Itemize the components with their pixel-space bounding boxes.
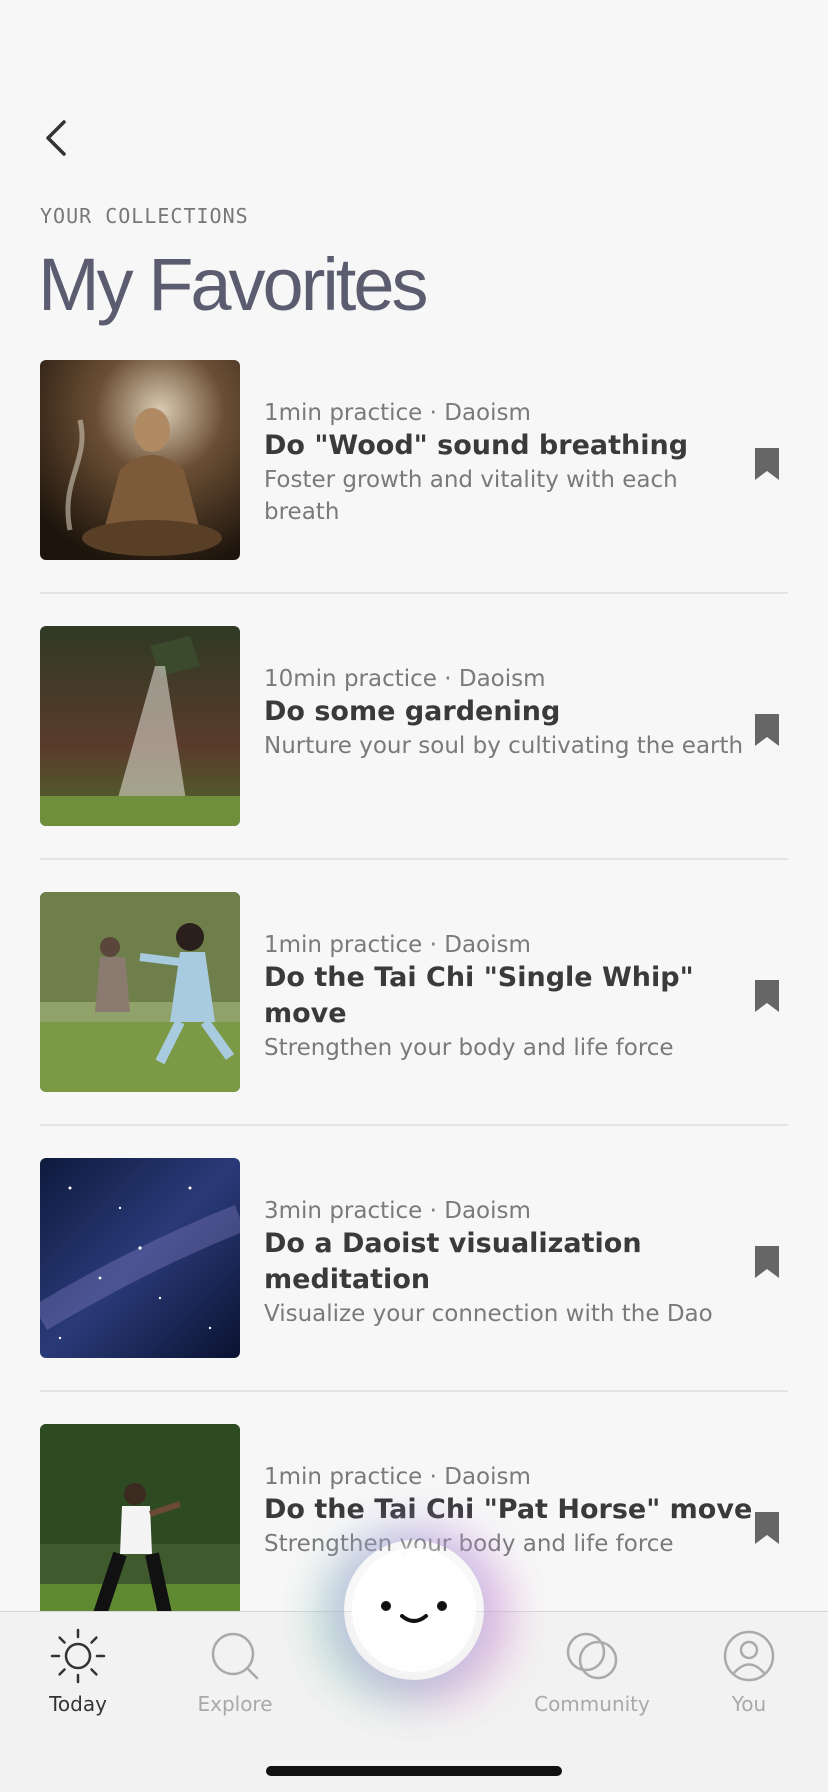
item-thumbnail: [40, 626, 240, 826]
item-meta: 10min practice · Daoism: [264, 666, 546, 692]
bookmark-button[interactable]: [746, 972, 788, 1020]
tab-label: Community: [534, 1692, 650, 1716]
list-item[interactable]: 10min practice · Daoism Do some gardenin…: [40, 626, 788, 860]
item-thumbnail: [40, 1424, 240, 1624]
item-meta: 3min practice · Daoism: [264, 1198, 531, 1224]
tab-explore[interactable]: Explore: [160, 1626, 310, 1716]
bookmark-button[interactable]: [746, 1238, 788, 1286]
item-title: Do "Wood" sound breathing: [264, 430, 689, 461]
tab-label: Explore: [197, 1692, 273, 1716]
bookmark-button[interactable]: [746, 1504, 788, 1552]
back-button[interactable]: [40, 110, 86, 166]
chevron-left-icon: [46, 120, 66, 156]
item-meta: 1min practice · Daoism: [264, 1464, 531, 1490]
item-description: Strengthen your body and life force: [264, 1035, 674, 1061]
collections-overline: YOUR COLLECTIONS: [40, 204, 249, 228]
item-description: Strengthen your body and life force: [264, 1531, 674, 1557]
search-icon: [211, 1632, 259, 1680]
list-item[interactable]: 1min practice · Daoism Do "Wood" sound b…: [40, 360, 788, 594]
page-title: My Favorites: [38, 243, 429, 326]
smiley-face-icon: [352, 1548, 476, 1672]
bookmark-icon: [755, 980, 779, 1012]
item-meta: 1min practice · Daoism: [264, 932, 531, 958]
item-thumbnail: [40, 360, 240, 560]
item-thumbnail: [40, 1158, 240, 1358]
list-item[interactable]: 1min practice · Daoism Do the Tai Chi "S…: [40, 892, 788, 1126]
item-description: Nurture your soul by cultivating the ear…: [264, 733, 744, 759]
tab-label: Today: [49, 1692, 107, 1716]
list-item[interactable]: 3min practice · Daoism Do a Daoist visua…: [40, 1158, 788, 1392]
bookmark-button[interactable]: [746, 706, 788, 754]
tab-label: You: [731, 1692, 767, 1716]
item-title: Do the Tai Chi "Pat Horse" move: [264, 1494, 753, 1525]
item-description: Visualize your connection with the Dao: [264, 1301, 713, 1327]
bookmark-icon: [755, 1512, 779, 1544]
item-title: Do a Daoist visualization meditation: [264, 1228, 642, 1295]
item-title: Do the Tai Chi "Single Whip" move: [264, 962, 694, 1029]
overlapping-circles-icon: [566, 1632, 618, 1680]
bookmark-icon: [755, 714, 779, 746]
item-meta: 1min practice · Daoism: [264, 400, 531, 426]
item-thumbnail: [40, 892, 240, 1092]
tab-today[interactable]: Today: [3, 1626, 153, 1716]
sun-icon: [50, 1628, 106, 1684]
favorites-list: 1min practice · Daoism Do "Wood" sound b…: [40, 360, 788, 1690]
home-indicator: [266, 1766, 562, 1776]
bookmark-button[interactable]: [746, 440, 788, 488]
assistant-button[interactable]: [344, 1540, 484, 1680]
tab-community[interactable]: Community: [517, 1626, 667, 1716]
bookmark-icon: [755, 448, 779, 480]
item-title: Do some gardening: [264, 696, 561, 727]
bookmark-icon: [755, 1246, 779, 1278]
person-icon: [723, 1630, 775, 1682]
tab-you[interactable]: You: [674, 1626, 824, 1716]
item-description: Foster growth and vitality with each bre…: [264, 467, 678, 525]
